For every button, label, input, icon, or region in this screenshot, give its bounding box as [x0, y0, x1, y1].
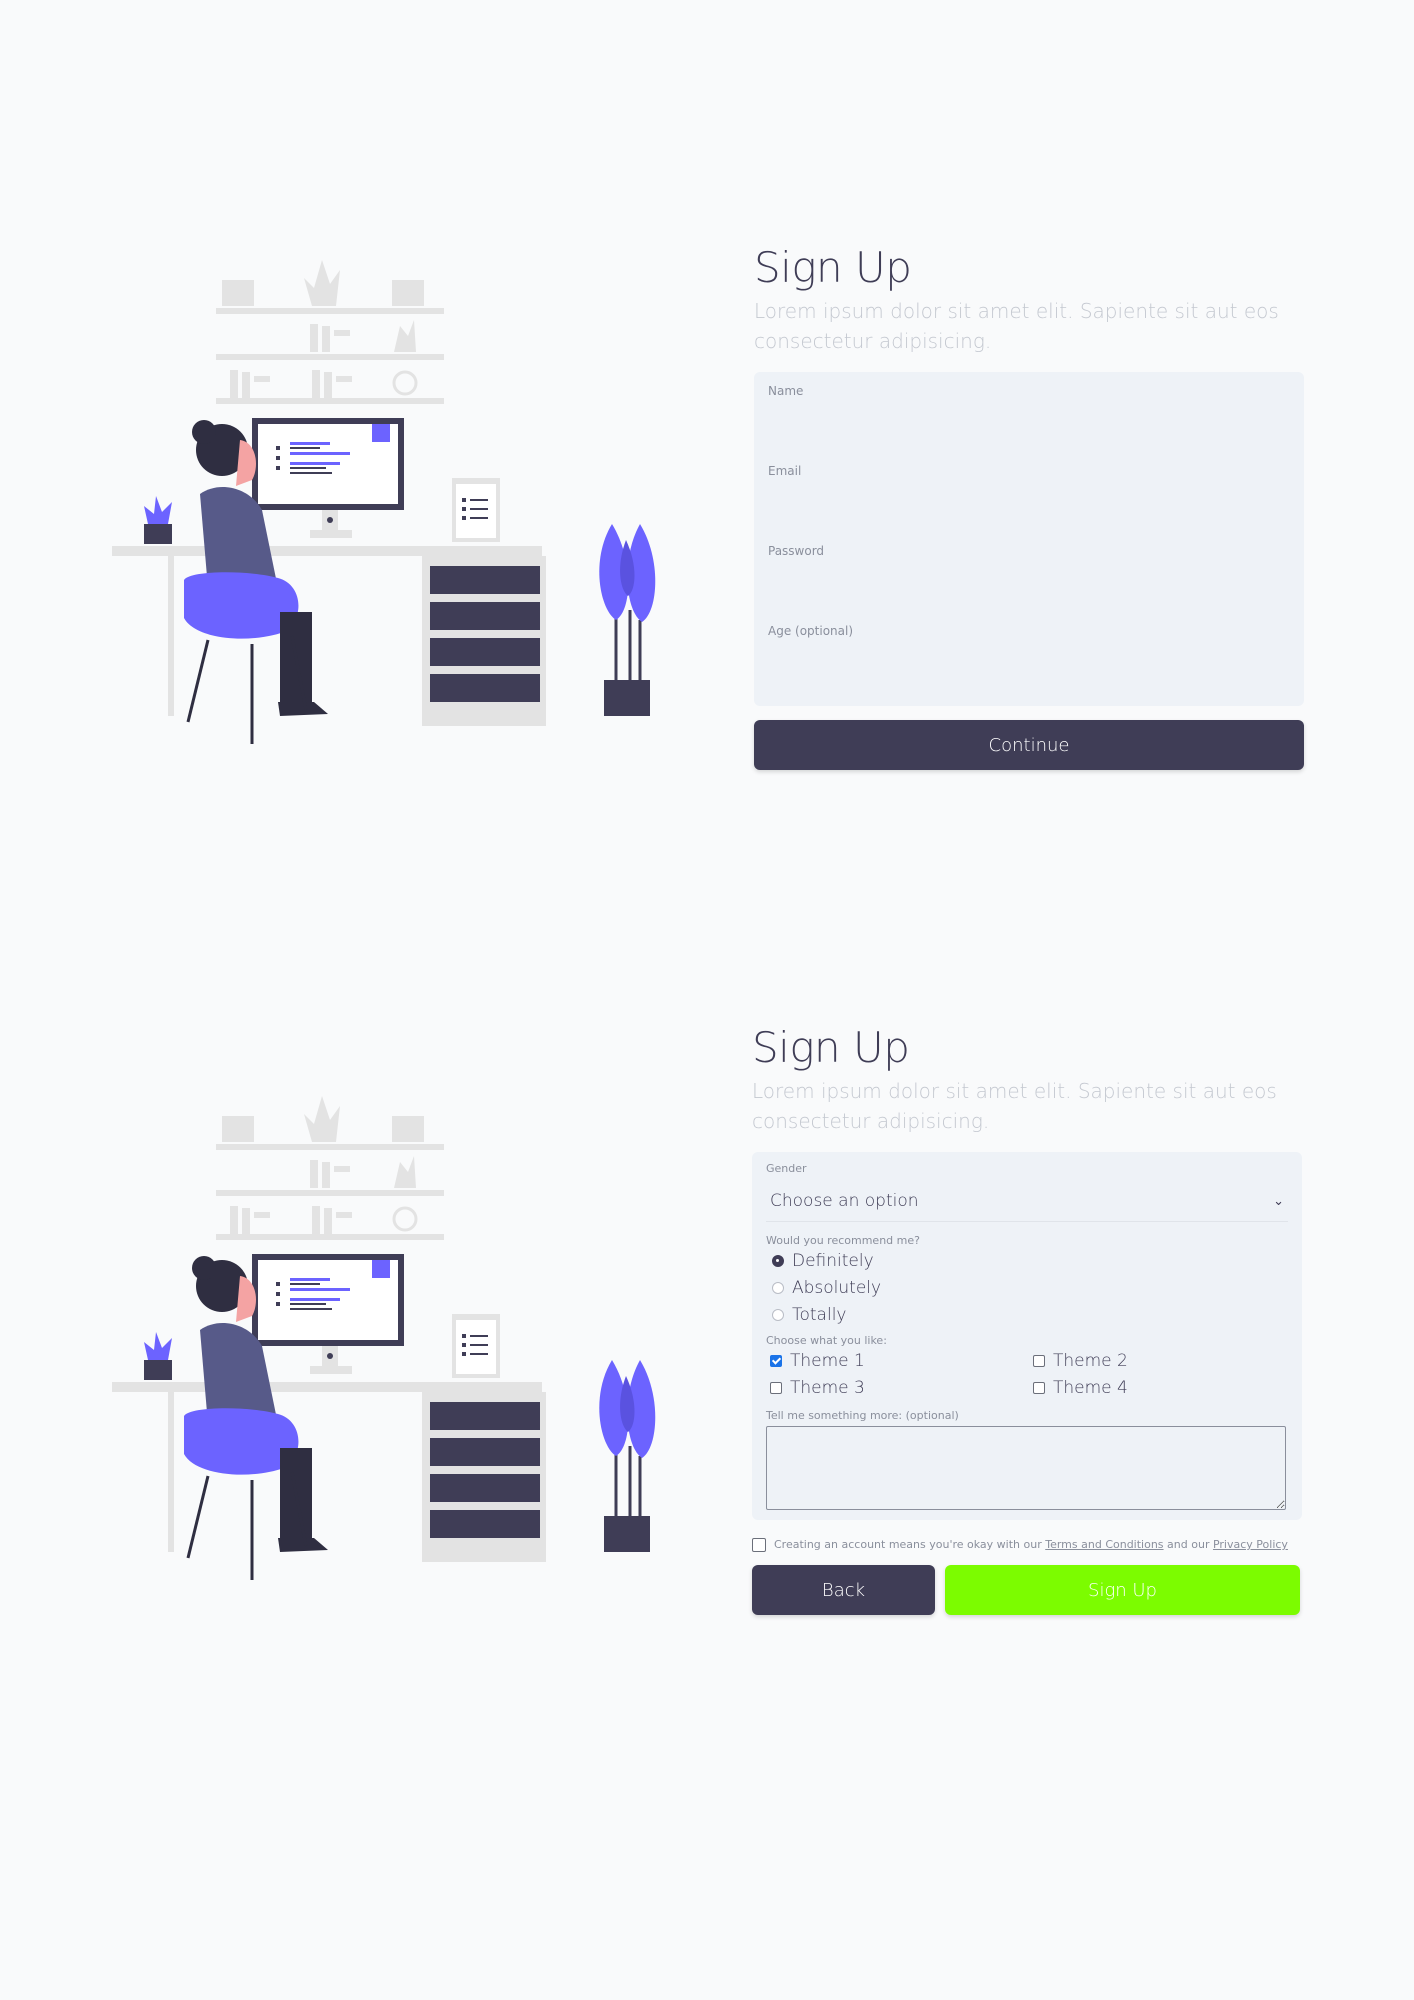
checkbox-theme-3[interactable]: Theme 3 — [766, 1374, 1029, 1401]
password-label: Password — [768, 544, 825, 558]
radio-button[interactable] — [772, 1308, 784, 1321]
radio-totally[interactable]: Totally — [766, 1301, 1288, 1328]
workspace-illustration — [112, 1096, 656, 1580]
signup-step2-panel: Sign Up Lorem ipsum dolor sit amet elit.… — [752, 1024, 1302, 1615]
email-label: Email — [768, 464, 802, 478]
age-field[interactable]: Age (optional) — [768, 612, 1290, 692]
terms-middle: and our — [1167, 1538, 1210, 1551]
radio-absolutely[interactable]: Absolutely — [766, 1274, 1288, 1301]
email-input[interactable] — [768, 482, 1290, 524]
preferences-box: Gender Choose an option ⌄ Would you reco… — [752, 1152, 1302, 1520]
page-subtitle: Lorem ipsum dolor sit amet elit. Sapient… — [752, 1079, 1277, 1133]
checkbox[interactable] — [770, 1381, 782, 1394]
terms-prefix: Creating an account means you're okay wi… — [774, 1538, 1042, 1551]
terms-notice: Creating an account means you're okay wi… — [752, 1536, 1292, 1553]
radio-button-checked[interactable] — [772, 1254, 784, 1267]
checkbox-label: Theme 1 — [790, 1350, 865, 1371]
email-field[interactable]: Email — [768, 452, 1290, 532]
gender-label: Gender — [766, 1162, 807, 1175]
sign-up-button[interactable]: Sign Up — [945, 1565, 1300, 1615]
name-label: Name — [768, 384, 804, 398]
signup-step1-panel: Sign Up Lorem ipsum dolor sit amet elit.… — [754, 244, 1304, 770]
checkbox-label: Theme 2 — [1053, 1350, 1128, 1371]
illustration-workspace-1 — [100, 240, 660, 780]
radio-button[interactable] — [772, 1281, 784, 1294]
password-field[interactable]: Password — [768, 532, 1290, 612]
terms-link[interactable]: Terms and Conditions — [1045, 1538, 1163, 1551]
age-input[interactable] — [768, 642, 1290, 684]
page-title: Sign Up — [752, 1023, 910, 1072]
checkbox[interactable] — [1033, 1381, 1045, 1394]
page-subtitle: Lorem ipsum dolor sit amet elit. Sapient… — [754, 299, 1279, 353]
continue-button[interactable]: Continue — [754, 720, 1304, 770]
gender-selected-value: Choose an option — [770, 1191, 919, 1211]
radio-label: Absolutely — [792, 1277, 882, 1298]
chevron-down-icon: ⌄ — [1273, 1193, 1284, 1209]
age-label: Age (optional) — [768, 624, 854, 638]
checkbox[interactable] — [1033, 1354, 1045, 1367]
terms-checkbox[interactable] — [752, 1538, 766, 1552]
privacy-link[interactable]: Privacy Policy — [1213, 1538, 1288, 1551]
checkbox-theme-1[interactable]: Theme 1 — [766, 1347, 1029, 1374]
more-textarea[interactable] — [766, 1426, 1286, 1510]
name-input[interactable] — [768, 402, 1290, 444]
radio-label: Definitely — [792, 1250, 874, 1271]
radio-label: Totally — [792, 1304, 847, 1325]
checkbox-checked[interactable] — [770, 1354, 782, 1367]
checkbox-label: Theme 3 — [790, 1377, 865, 1398]
recommend-label: Would you recommend me? — [766, 1234, 920, 1247]
password-input[interactable] — [768, 562, 1290, 604]
back-button[interactable]: Back — [752, 1565, 935, 1615]
illustration-workspace-2 — [100, 1076, 660, 1616]
themes-label: Choose what you like: — [766, 1334, 887, 1347]
name-field[interactable]: Name — [768, 372, 1290, 452]
more-label: Tell me something more: (optional) — [766, 1409, 959, 1422]
radio-definitely[interactable]: Definitely — [766, 1247, 1288, 1274]
gender-select[interactable]: Choose an option ⌄ — [766, 1181, 1288, 1222]
checkbox-theme-2[interactable]: Theme 2 — [1029, 1347, 1292, 1374]
action-buttons: Back Sign Up — [752, 1565, 1302, 1615]
workspace-illustration — [112, 260, 656, 744]
page-title: Sign Up — [754, 243, 912, 292]
checkbox-theme-4[interactable]: Theme 4 — [1029, 1374, 1292, 1401]
themes-checkbox-group: Theme 1 Theme 2 Theme 3 Theme 4 — [766, 1347, 1288, 1401]
checkbox-label: Theme 4 — [1053, 1377, 1128, 1398]
signup-fields-box: Name Email Password Age (optional) — [754, 372, 1304, 706]
